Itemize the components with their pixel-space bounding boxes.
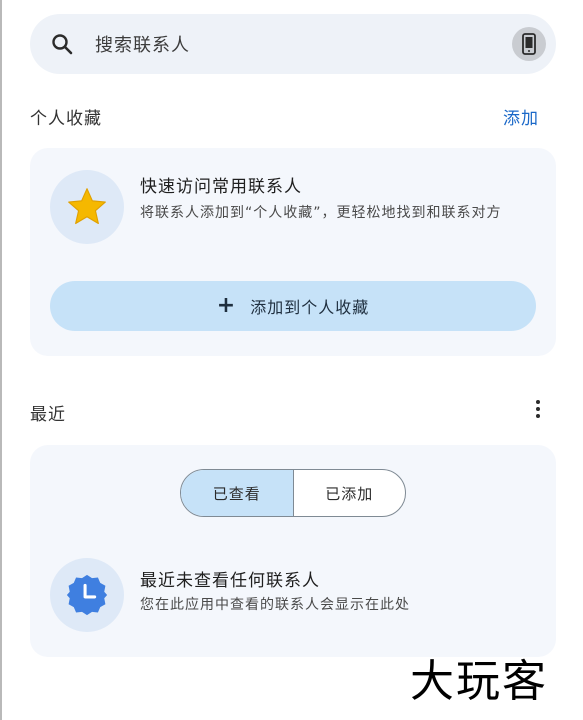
recent-filter-toggle: 已查看 已添加 [180, 469, 406, 517]
add-favorite-link[interactable]: 添加 [503, 104, 539, 129]
phone-icon [522, 33, 536, 55]
favorites-card: 快速访问常用联系人 将联系人添加到“个人收藏”，更轻松地找到和联系对方 + 添加… [30, 148, 556, 356]
window-edge [0, 0, 2, 720]
watermark-text: 大玩客 [410, 656, 548, 707]
plus-icon: + [216, 293, 237, 318]
recent-illustration [50, 558, 124, 632]
clock-icon [66, 574, 108, 616]
recent-empty-description: 您在此应用中查看的联系人会显示在此处 [140, 597, 410, 613]
search-input[interactable]: 搜索联系人 [95, 31, 190, 57]
favorites-card-description: 将联系人添加到“个人收藏”，更轻松地找到和联系对方 [140, 205, 502, 221]
recent-section-title: 最近 [30, 405, 66, 425]
account-avatar-button[interactable] [512, 27, 546, 61]
tab-added[interactable]: 已添加 [294, 470, 406, 516]
favorites-card-heading: 快速访问常用联系人 [140, 177, 302, 197]
recent-empty-heading: 最近未查看任何联系人 [140, 571, 320, 591]
tab-viewed[interactable]: 已查看 [181, 470, 294, 516]
add-to-favorites-label: 添加到个人收藏 [250, 298, 370, 317]
add-to-favorites-button[interactable]: + 添加到个人收藏 [50, 281, 536, 331]
search-bar[interactable]: 搜索联系人 [30, 14, 556, 74]
favorites-section-title: 个人收藏 [30, 109, 102, 129]
favorites-illustration [50, 170, 124, 244]
search-icon [52, 34, 73, 55]
more-options-icon[interactable] [533, 398, 543, 424]
star-icon [68, 188, 106, 225]
recent-card: 已查看 已添加 最近未查看任何联系人 您在此应用中查看的联系人会显示在此处 [30, 445, 556, 657]
